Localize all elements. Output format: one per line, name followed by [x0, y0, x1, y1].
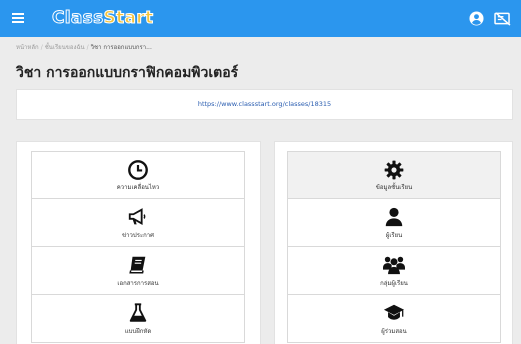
breadcrumb-current: วิชา การออกแบบกรา... [90, 44, 152, 51]
clock-icon [128, 160, 148, 180]
left-menu-panel: ความเคลื่อนไหว ข่าวประกาศ เอกสารการสอน แ… [16, 141, 261, 344]
classstart-logo[interactable]: ClassStart [52, 7, 154, 29]
menu-item-label: ผู้เรียน [385, 232, 403, 239]
graduation-cap-icon [383, 304, 405, 320]
book-icon [129, 256, 146, 274]
menu-item-label: ข้อมูลชั้นเรียน [375, 184, 413, 191]
menu-item-class-info[interactable]: ข้อมูลชั้นเรียน [287, 151, 501, 199]
menu-item-student-groups[interactable]: กลุ่มผู้เรียน [287, 247, 501, 295]
breadcrumb-home[interactable]: หน้าหลัก [16, 44, 39, 51]
menu-item-students[interactable]: ผู้เรียน [287, 199, 501, 247]
menu-item-documents[interactable]: เอกสารการสอน [31, 247, 245, 295]
breadcrumb-classes[interactable]: ชั้นเรียนของฉัน [45, 44, 85, 51]
user-circle-icon[interactable] [469, 11, 484, 26]
flask-icon [129, 303, 147, 322]
menu-item-announcements[interactable]: ข่าวประกาศ [31, 199, 245, 247]
megaphone-icon [128, 208, 146, 225]
gear-icon [384, 160, 404, 180]
menu-item-label: ผู้ร่วมสอน [381, 328, 407, 335]
menu-item-label: ข่าวประกาศ [122, 232, 154, 239]
class-url-link[interactable]: https://www.classstart.org/classes/18315 [17, 90, 512, 119]
top-bar: ClassStart [0, 0, 521, 37]
notification-off-icon[interactable] [494, 12, 511, 26]
user-icon [385, 207, 403, 227]
menu-item-label: แบบฝึกหัด [124, 328, 152, 335]
menu-item-label: เอกสารการสอน [117, 280, 159, 287]
class-url-box: https://www.classstart.org/classes/18315 [16, 89, 513, 120]
right-menu-panel: ข้อมูลชั้นเรียน ผู้เรียน กลุ่มผู้เรียน ผ… [274, 141, 513, 344]
menu-item-label: ความเคลื่อนไหว [116, 184, 160, 191]
menu-item-activity[interactable]: ความเคลื่อนไหว [31, 151, 245, 199]
breadcrumb: หน้าหลัก / ชั้นเรียนของฉัน / วิชา การออกแบบก… [16, 44, 152, 51]
menu-item-exercises[interactable]: แบบฝึกหัด [31, 295, 245, 343]
menu-item-label: กลุ่มผู้เรียน [380, 280, 408, 287]
users-group-icon [383, 256, 405, 275]
menu-item-co-teachers[interactable]: ผู้ร่วมสอน [287, 295, 501, 343]
page-title: วิชา การออกแบบกราฟิกคอมพิวเตอร์ [16, 65, 239, 81]
hamburger-menu-icon[interactable] [12, 13, 24, 23]
